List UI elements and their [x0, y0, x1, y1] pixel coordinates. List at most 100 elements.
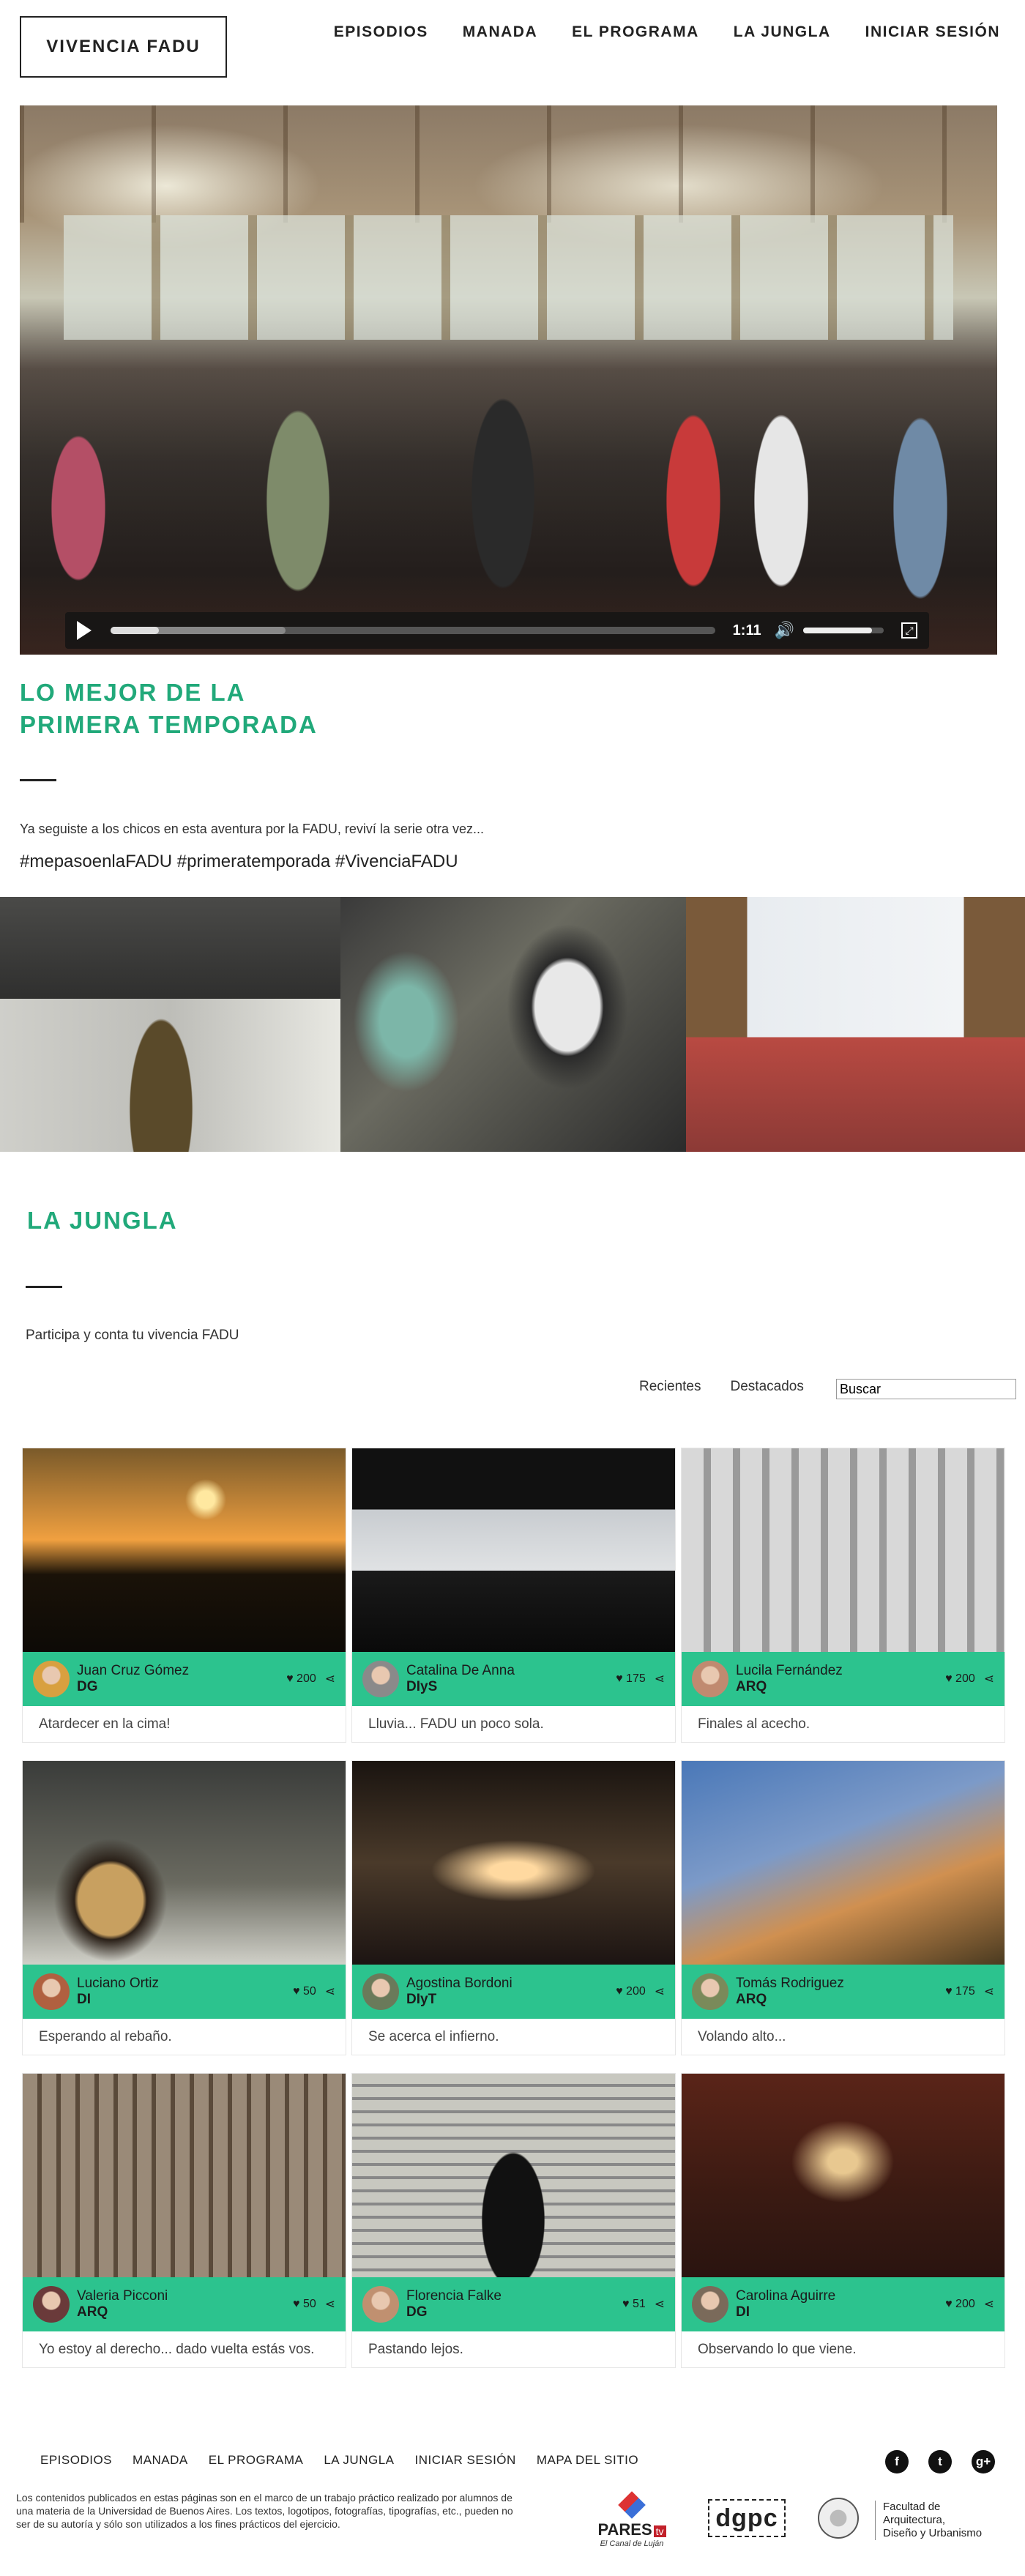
nav-episodios[interactable]: EPISODIOS	[334, 23, 428, 41]
site-logo[interactable]: VIVENCIA FADU	[20, 16, 227, 78]
search-input[interactable]	[836, 1379, 1016, 1399]
author-name[interactable]: Valeria Picconi	[77, 2288, 293, 2304]
fullscreen-icon[interactable]: ⤢	[901, 622, 917, 639]
author-name[interactable]: Tomás Rodriguez	[736, 1976, 945, 1992]
footer-link-iniciar-sesion[interactable]: INICIAR SESIÓN	[415, 2453, 516, 2468]
avatar[interactable]	[692, 1661, 728, 1697]
post-image[interactable]	[352, 1448, 675, 1652]
fadu-seal-icon	[818, 2498, 859, 2539]
post-author-bar: Lucila Fernández ARQ ♥ 200 ⋖	[682, 1652, 1004, 1706]
fadu-logo-text[interactable]: Facultad de Arquitectura, Diseño y Urban…	[875, 2501, 1015, 2540]
share-icon[interactable]: ⋖	[655, 2297, 665, 2312]
like-button[interactable]: ♥ 200	[286, 1672, 316, 1686]
share-icon[interactable]: ⋖	[984, 2297, 994, 2312]
nav-manada[interactable]: MANADA	[463, 23, 537, 41]
post-image[interactable]	[23, 1761, 346, 1965]
post-image[interactable]	[682, 1448, 1004, 1652]
author-name[interactable]: Luciano Ortiz	[77, 1976, 293, 1992]
post-image[interactable]	[23, 1448, 346, 1652]
twitter-icon[interactable]: t	[928, 2450, 952, 2473]
post-card[interactable]: Carolina Aguirre DI ♥ 200 ⋖ Observando lo qu…	[682, 2074, 1004, 2367]
pares-name: PARES	[597, 2520, 652, 2539]
filter-recientes[interactable]: Recientes	[639, 1379, 701, 1395]
post-image[interactable]	[23, 2074, 346, 2277]
jungla-text: Participa y conta tu vivencia FADU	[26, 1328, 239, 1343]
avatar[interactable]	[362, 1973, 399, 2010]
avatar[interactable]	[33, 2286, 70, 2323]
post-card[interactable]: Valeria Picconi ARQ ♥ 50 ⋖ Yo estoy al derec…	[23, 2074, 346, 2367]
like-button[interactable]: ♥ 200	[945, 2298, 975, 2311]
footer-link-el-programa[interactable]: EL PROGRAMA	[209, 2453, 304, 2468]
footer-link-manada[interactable]: MANADA	[133, 2453, 188, 2468]
author-info: Juan Cruz Gómez DG	[77, 1663, 286, 1695]
author-info: Florencia Falke DG	[406, 2288, 622, 2320]
author-name[interactable]: Agostina Bordoni	[406, 1976, 616, 1992]
post-card[interactable]: Agostina Bordoni DIyT ♥ 200 ⋖ Se acerca el i…	[352, 1761, 675, 2055]
like-button[interactable]: ♥ 50	[293, 2298, 316, 2311]
post-card[interactable]: Luciano Ortiz DI ♥ 50 ⋖ Esperando al rebaño.	[23, 1761, 346, 2055]
author-name[interactable]: Catalina De Anna	[406, 1663, 616, 1679]
avatar[interactable]	[692, 1973, 728, 2010]
like-button[interactable]: ♥ 50	[293, 1985, 316, 1998]
post-card[interactable]: Juan Cruz Gómez DG ♥ 200 ⋖ Atardecer en la c…	[23, 1448, 346, 1742]
like-count: 50	[302, 2298, 316, 2310]
progress-bar[interactable]	[111, 627, 715, 634]
author-name[interactable]: Florencia Falke	[406, 2288, 622, 2304]
like-button[interactable]: ♥ 200	[616, 1985, 646, 1998]
avatar[interactable]	[362, 1661, 399, 1697]
author-dept: ARQ	[77, 2304, 108, 2320]
google-plus-icon[interactable]: g+	[972, 2450, 995, 2473]
avatar[interactable]	[692, 2286, 728, 2323]
nav-la-jungla[interactable]: LA JUNGLA	[734, 23, 831, 41]
author-name[interactable]: Carolina Aguirre	[736, 2288, 945, 2304]
nav-el-programa[interactable]: EL PROGRAMA	[572, 23, 699, 41]
avatar[interactable]	[33, 1661, 70, 1697]
share-icon[interactable]: ⋖	[984, 1984, 994, 1999]
share-icon[interactable]: ⋖	[325, 1672, 335, 1686]
volume-icon[interactable]: 🔊	[775, 621, 794, 640]
post-image[interactable]	[352, 1761, 675, 1965]
heart-icon: ♥	[286, 1672, 294, 1685]
like-button[interactable]: ♥ 200	[945, 1672, 975, 1686]
share-icon[interactable]: ⋖	[655, 1672, 665, 1686]
post-card[interactable]: Tomás Rodriguez ARQ ♥ 175 ⋖ Volando alto...	[682, 1761, 1004, 2055]
author-name[interactable]: Juan Cruz Gómez	[77, 1663, 286, 1679]
heart-icon: ♥	[616, 1985, 623, 1998]
post-image[interactable]	[682, 1761, 1004, 1965]
fadu-line3: Diseño y Urbanismo	[883, 2527, 983, 2539]
avatar[interactable]	[362, 2286, 399, 2323]
play-icon[interactable]	[77, 621, 92, 640]
share-icon[interactable]: ⋖	[655, 1984, 665, 1999]
filter-destacados[interactable]: Destacados	[731, 1379, 804, 1395]
share-icon[interactable]: ⋖	[984, 1672, 994, 1686]
author-name[interactable]: Lucila Fernández	[736, 1663, 945, 1679]
strip-photo-girl[interactable]	[0, 897, 340, 1152]
volume-slider[interactable]	[803, 628, 884, 633]
post-card[interactable]: Catalina De Anna DIyS ♥ 175 ⋖ Lluvia... FADU…	[352, 1448, 675, 1742]
hero-video[interactable]	[20, 105, 997, 655]
post-card[interactable]: Lucila Fernández ARQ ♥ 200 ⋖ Finales al acec…	[682, 1448, 1004, 1742]
avatar[interactable]	[33, 1973, 70, 2010]
pares-tv-logo[interactable]: PARES tv El Canal de Luján	[584, 2491, 679, 2548]
like-button[interactable]: ♥ 51	[622, 2298, 646, 2311]
post-author-bar: Tomás Rodriguez ARQ ♥ 175 ⋖	[682, 1965, 1004, 2019]
like-button[interactable]: ♥ 175	[945, 1985, 975, 1998]
fadu-line2: Arquitectura,	[883, 2514, 946, 2526]
footer-link-episodios[interactable]: EPISODIOS	[40, 2453, 112, 2468]
facebook-icon[interactable]: f	[885, 2450, 909, 2473]
strip-photo-stairs[interactable]	[686, 897, 1025, 1152]
author-info: Tomás Rodriguez ARQ	[736, 1976, 945, 2008]
post-caption: Finales al acecho.	[698, 1716, 810, 1732]
strip-photo-graffiti[interactable]	[340, 897, 686, 1152]
share-icon[interactable]: ⋖	[325, 1984, 335, 1999]
footer-link-mapa-del-sitio[interactable]: MAPA DEL SITIO	[537, 2453, 638, 2468]
nav-iniciar-sesion[interactable]: INICIAR SESIÓN	[865, 23, 1000, 41]
footer-link-la-jungla[interactable]: LA JUNGLA	[324, 2453, 394, 2468]
post-image[interactable]	[352, 2074, 675, 2277]
post-card[interactable]: Florencia Falke DG ♥ 51 ⋖ Pastando lejos.	[352, 2074, 675, 2367]
author-dept: DI	[77, 1992, 91, 2007]
like-button[interactable]: ♥ 175	[616, 1672, 646, 1686]
post-image[interactable]	[682, 2074, 1004, 2277]
share-icon[interactable]: ⋖	[325, 2297, 335, 2312]
dgpc-logo[interactable]: dgpc	[708, 2499, 786, 2537]
